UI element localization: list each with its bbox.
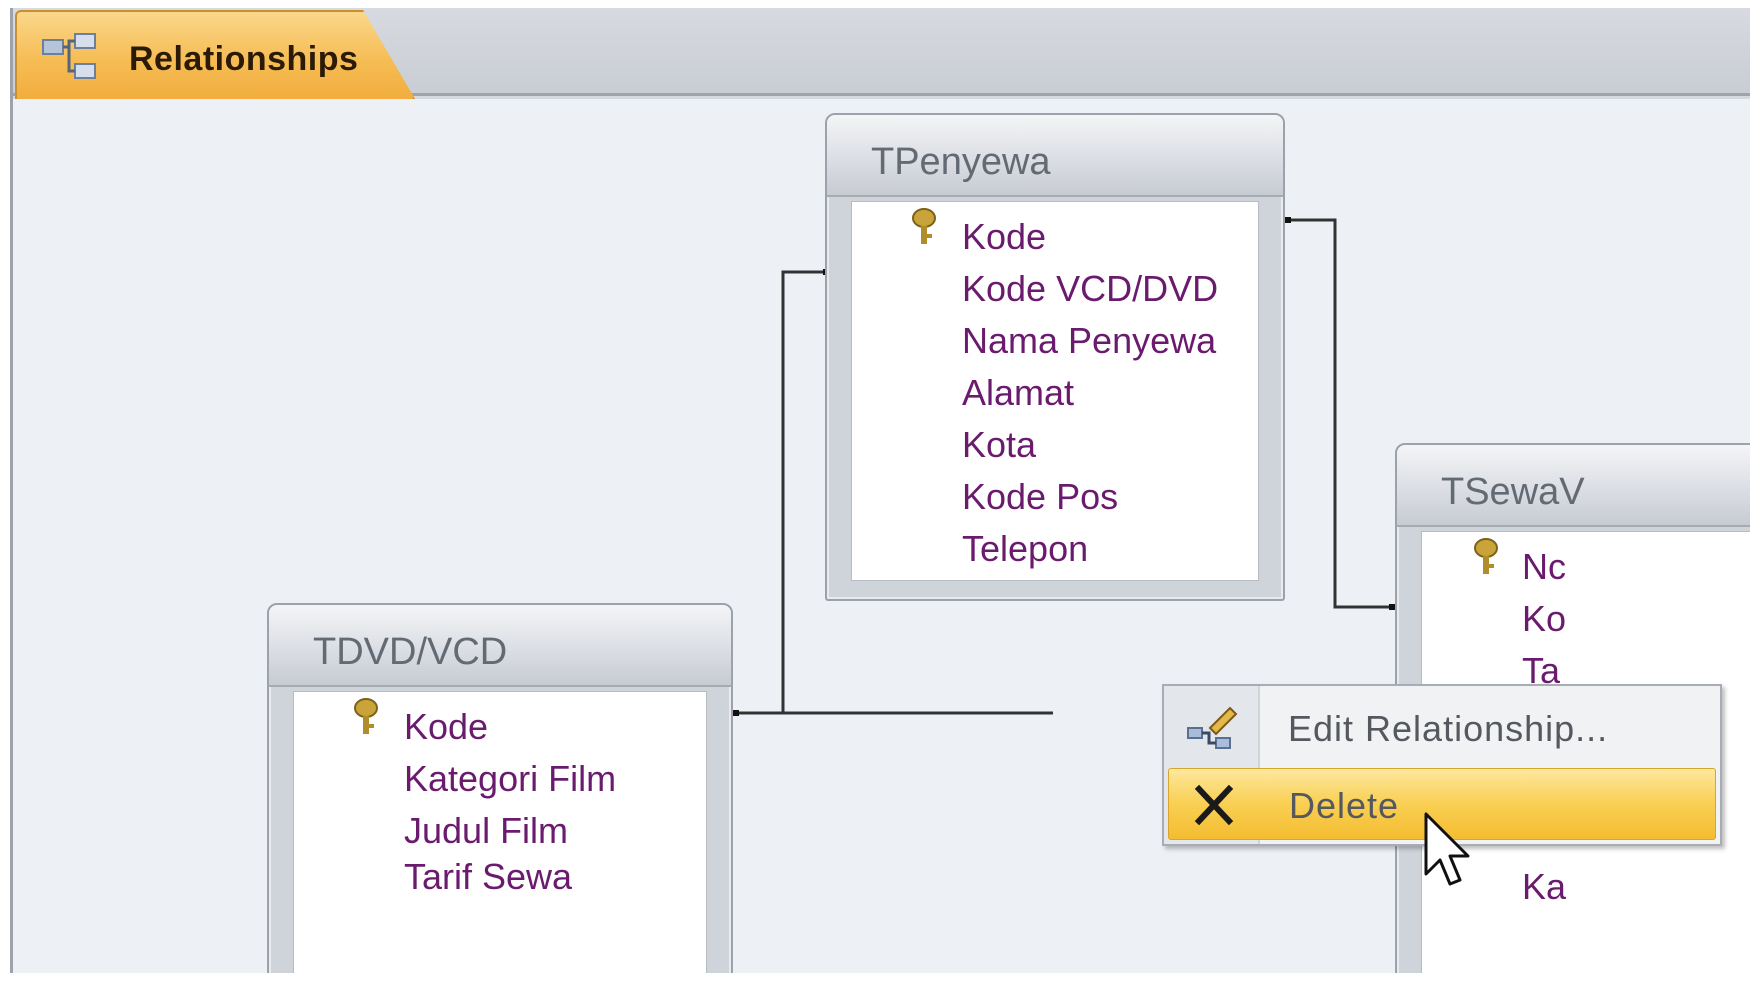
field-row[interactable]: Kategori Film [294,748,706,806]
primary-key-icon [354,698,378,734]
field-row[interactable]: Kode VCD/DVD [852,258,1258,316]
table-title: TSewaV [1441,471,1585,513]
field-row[interactable]: Kode [294,696,706,754]
field-row[interactable]: Nc [1422,536,1750,594]
field-row[interactable]: Ko [1422,588,1750,646]
menu-item-edit-relationship[interactable]: Edit Relationship... [1168,692,1716,764]
field-row[interactable]: Kota [852,414,1258,472]
field-list: Kode Kategori Film Judul Film Tarif Sewa [293,691,707,973]
field-row[interactable]: Nama Penyewa [852,310,1258,368]
relationships-icon [42,33,96,79]
field-row[interactable]: Kode [852,206,1258,264]
menu-item-label: Delete [1289,785,1400,826]
tab-label: Relationships [129,40,359,78]
table-title: TDVD/VCD [313,631,508,673]
table-title-bar[interactable]: TDVD/VCD [269,605,731,687]
mouse-pointer-icon [1424,812,1470,886]
field-row[interactable]: Kode Pos [852,466,1258,524]
edit-relationship-icon [1187,706,1238,749]
field-list: Kode Kode VCD/DVD Nama Penyewa Alamat Ko… [851,201,1259,581]
menu-item-label: Edit Relationship... [1288,708,1609,749]
table-tdvdvcd[interactable]: TDVD/VCD Kode Kategori Film Judul Film T… [267,603,733,973]
document-tab-strip: Relationships [13,8,1750,99]
delete-x-icon [1194,784,1234,826]
field-row[interactable]: Tarif Sewa [294,846,706,904]
relationship-line-tdvd-tpenyewa [735,270,827,715]
field-row[interactable]: Alamat [852,362,1258,420]
relationship-line-tpenyewa-tsewa [1285,218,1393,609]
primary-key-icon [912,208,936,244]
table-title: TPenyewa [871,141,1051,183]
field-row[interactable]: Telepon [852,518,1258,576]
table-title-bar[interactable]: TSewaV [1397,445,1750,527]
table-tpenyewa[interactable]: TPenyewa Kode Kode VCD/DVD Nama Penyewa … [825,113,1285,601]
primary-key-icon [1474,538,1498,574]
table-title-bar[interactable]: TPenyewa [827,115,1283,197]
tab-relationships[interactable]: Relationships [15,10,415,99]
